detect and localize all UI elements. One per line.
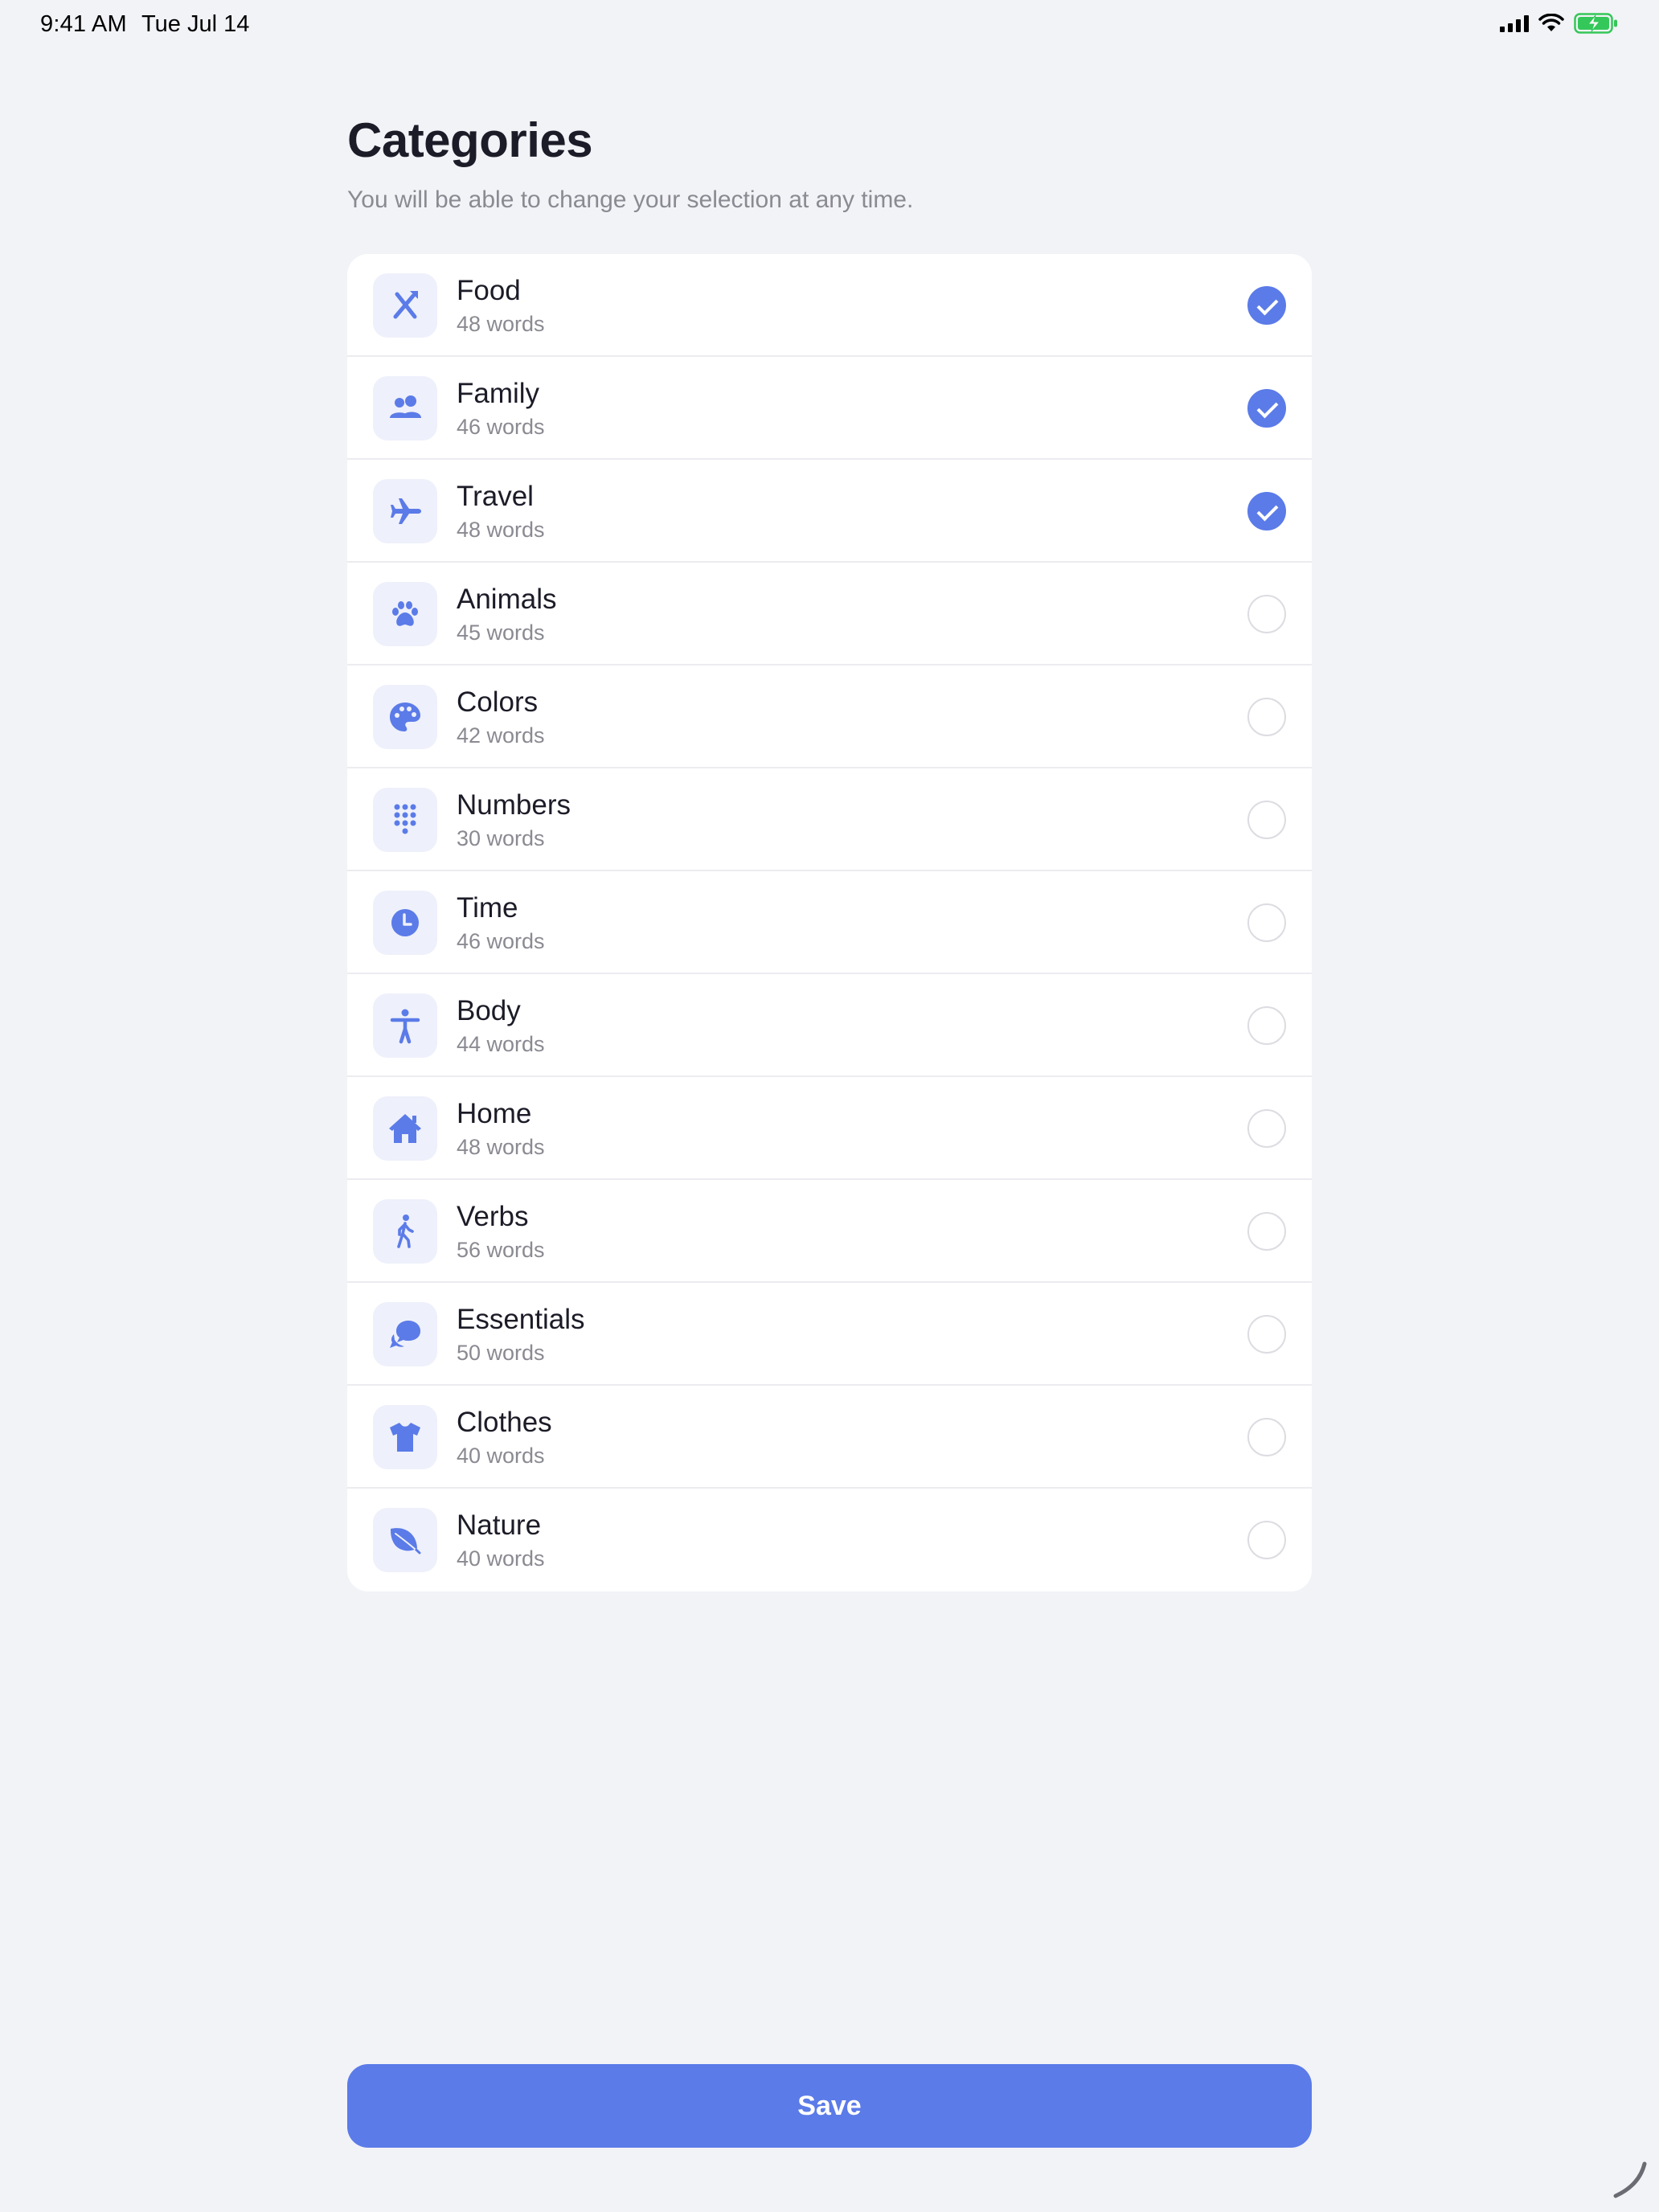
checkbox-home[interactable] [1247, 1109, 1286, 1148]
checkbox-clothes[interactable] [1247, 1418, 1286, 1456]
category-name: Nature [457, 1509, 542, 1541]
category-row-travel[interactable]: Travel 48 words [347, 460, 1312, 563]
category-word-count: 42 words [457, 723, 545, 748]
clock-icon [373, 891, 437, 955]
categories-list: Food 48 words Family 46 words Travel 48 … [347, 254, 1312, 1591]
category-name: Family [457, 378, 540, 409]
category-row-colors[interactable]: Colors 42 words [347, 666, 1312, 768]
status-icons [1500, 13, 1619, 34]
category-name: Travel [457, 481, 534, 512]
chat-bubbles-icon [373, 1302, 437, 1366]
category-name: Body [457, 995, 521, 1026]
category-row-verbs[interactable]: Verbs 56 words [347, 1180, 1312, 1283]
paw-icon [373, 582, 437, 646]
category-name: Clothes [457, 1407, 552, 1438]
status-time: 9:41 AM [40, 11, 127, 37]
category-word-count: 56 words [457, 1238, 545, 1262]
checkbox-essentials[interactable] [1247, 1315, 1286, 1354]
checkbox-numbers[interactable] [1247, 801, 1286, 839]
checkbox-family[interactable] [1247, 389, 1286, 428]
checkbox-colors[interactable] [1247, 698, 1286, 736]
category-word-count: 48 words [457, 518, 545, 542]
category-word-count: 40 words [457, 1546, 545, 1571]
category-row-body[interactable]: Body 44 words [347, 974, 1312, 1077]
checkbox-time[interactable] [1247, 903, 1286, 942]
category-word-count: 46 words [457, 929, 545, 953]
leaf-icon [373, 1508, 437, 1572]
category-row-time[interactable]: Time 46 words [347, 871, 1312, 974]
checkbox-travel[interactable] [1247, 492, 1286, 530]
checkbox-nature[interactable] [1247, 1521, 1286, 1559]
page-subtitle: You will be able to change your selectio… [347, 186, 914, 213]
battery-charging-icon [1574, 13, 1617, 34]
category-word-count: 50 words [457, 1341, 545, 1365]
cellular-signal-icon [1500, 14, 1529, 32]
figure-icon [373, 993, 437, 1058]
category-row-essentials[interactable]: Essentials 50 words [347, 1283, 1312, 1386]
status-bar: 9:41 AM Tue Jul 14 [0, 0, 1659, 51]
tshirt-icon [373, 1405, 437, 1469]
people-icon [373, 376, 437, 440]
category-name: Essentials [457, 1304, 585, 1335]
fork-knife-icon [373, 273, 437, 338]
keypad-icon [373, 788, 437, 852]
checkbox-food[interactable] [1247, 286, 1286, 325]
category-word-count: 46 words [457, 415, 545, 439]
category-name: Verbs [457, 1201, 529, 1232]
category-name: Time [457, 892, 518, 924]
save-button[interactable]: Save [347, 2064, 1312, 2148]
category-word-count: 30 words [457, 826, 545, 850]
category-row-home[interactable]: Home 48 words [347, 1077, 1312, 1180]
category-row-family[interactable]: Family 46 words [347, 357, 1312, 460]
category-row-nature[interactable]: Nature 40 words [347, 1489, 1312, 1591]
walking-icon [373, 1199, 437, 1264]
pencil-stroke-icon [1613, 2161, 1647, 2198]
category-name: Numbers [457, 789, 571, 821]
category-row-food[interactable]: Food 48 words [347, 254, 1312, 357]
category-name: Home [457, 1098, 532, 1129]
checkbox-animals[interactable] [1247, 595, 1286, 633]
palette-icon [373, 685, 437, 749]
checkbox-body[interactable] [1247, 1006, 1286, 1045]
category-word-count: 48 words [457, 312, 545, 336]
checkbox-verbs[interactable] [1247, 1212, 1286, 1251]
category-row-animals[interactable]: Animals 45 words [347, 563, 1312, 666]
page-title: Categories [347, 113, 593, 167]
airplane-icon [373, 479, 437, 543]
category-name: Animals [457, 584, 557, 615]
category-row-numbers[interactable]: Numbers 30 words [347, 768, 1312, 871]
category-name: Colors [457, 686, 539, 718]
category-word-count: 48 words [457, 1135, 545, 1159]
category-row-clothes[interactable]: Clothes 40 words [347, 1386, 1312, 1489]
wifi-icon [1538, 14, 1564, 31]
category-word-count: 45 words [457, 621, 545, 645]
category-word-count: 40 words [457, 1444, 545, 1468]
category-word-count: 44 words [457, 1032, 545, 1056]
status-date: Tue Jul 14 [141, 11, 250, 37]
house-icon [373, 1096, 437, 1161]
category-name: Food [457, 275, 521, 306]
